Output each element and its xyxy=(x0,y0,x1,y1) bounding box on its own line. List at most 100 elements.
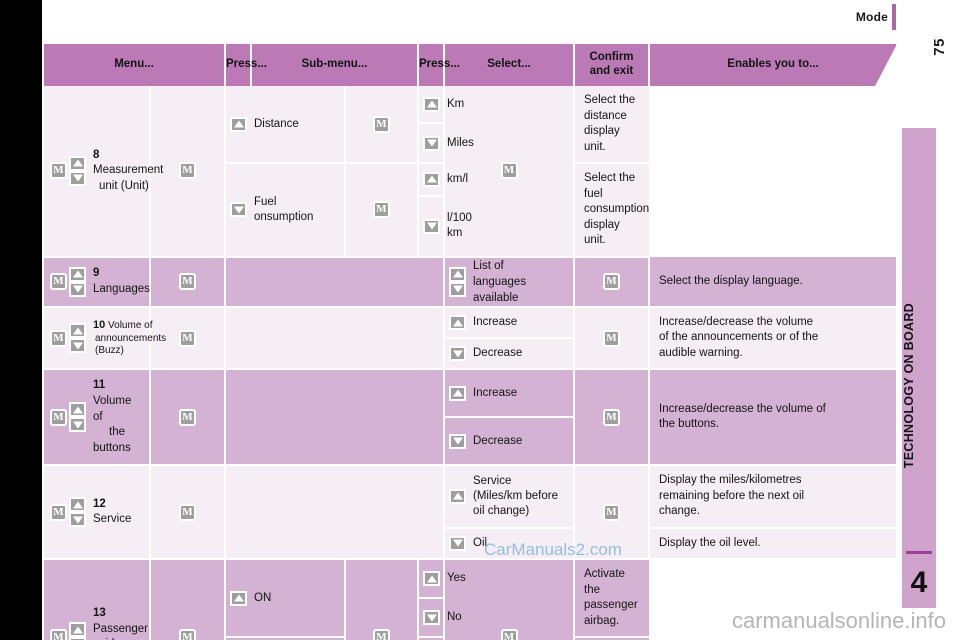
m-key-icon[interactable]: M xyxy=(603,273,620,291)
row8-menu-line2: unit (Unit) xyxy=(99,179,149,192)
arrow-stack xyxy=(69,323,86,354)
select-label: Oil xyxy=(473,536,488,549)
row10-menu-line1: Volume of xyxy=(108,319,153,331)
row8-select-kml: km/l xyxy=(418,163,468,197)
arrow-up-icon[interactable] xyxy=(69,266,86,282)
select-label: Increase xyxy=(473,316,518,329)
select-label: Km xyxy=(447,97,465,110)
arrow-up-icon[interactable] xyxy=(230,116,247,132)
table-row: M 10 Volume of announcements (Buzz) M In… xyxy=(44,306,896,371)
row10-menu-cell: M 10 Volume of announcements (Buzz) xyxy=(44,306,166,371)
enables-line2: remaining before the next oil xyxy=(659,489,805,502)
row12-menu-text: Service xyxy=(93,513,132,526)
m-key-icon[interactable]: M xyxy=(603,329,620,347)
arrow-up-icon[interactable] xyxy=(69,323,86,339)
arrow-up-icon[interactable] xyxy=(230,590,247,606)
select-line1: Service xyxy=(473,474,512,487)
row10-number: 10 xyxy=(93,318,106,331)
arrow-up-icon[interactable] xyxy=(449,488,466,504)
m-key-icon[interactable]: M xyxy=(179,503,196,521)
row8-menu-cell: M 8 Measurement unit (Unit) xyxy=(44,86,163,258)
col-header-select: Select... xyxy=(444,44,575,86)
row8-sub1-label: Distance xyxy=(254,117,299,130)
m-key-icon[interactable]: M xyxy=(50,329,67,347)
select-label: Decrease xyxy=(473,347,523,360)
m-key-icon[interactable]: M xyxy=(50,628,67,640)
row13-keys: M xyxy=(44,622,91,640)
arrow-up-icon[interactable] xyxy=(423,171,440,187)
m-key-icon[interactable]: M xyxy=(603,503,620,521)
arrow-stack xyxy=(69,622,86,640)
row9-keys: M xyxy=(44,266,91,297)
arrow-down-icon[interactable] xyxy=(69,512,86,528)
m-key-icon[interactable]: M xyxy=(373,115,390,133)
arrow-down-icon[interactable] xyxy=(423,135,440,151)
m-key-icon[interactable]: M xyxy=(500,162,518,180)
enables-line1: Display the miles/kilometres xyxy=(659,474,802,487)
m-key-icon[interactable]: M xyxy=(373,201,390,219)
arrow-down-icon[interactable] xyxy=(69,170,86,186)
manual-page: Mode 75 TECHNOLOGY ON BOARD 4 Menu... Pr… xyxy=(0,0,960,640)
arrow-up-icon[interactable] xyxy=(69,155,86,171)
row13-press-cell: M xyxy=(150,559,226,640)
arrow-up-icon[interactable] xyxy=(69,402,86,418)
row8-sub2-label: Fuel onsumption xyxy=(254,195,344,225)
m-key-icon[interactable]: M xyxy=(373,628,390,640)
enables-line3: change. xyxy=(659,505,700,518)
arrow-up-icon[interactable] xyxy=(423,571,440,587)
row9-menu-cell: M 9 Languages xyxy=(44,256,151,308)
row11-enables: Increase/decrease the volume of the butt… xyxy=(649,369,896,467)
m-key-icon[interactable]: M xyxy=(179,162,196,180)
select-label: l/100 km xyxy=(447,212,472,240)
chapter-tab-label: TECHNOLOGY ON BOARD xyxy=(902,303,916,469)
arrow-down-icon[interactable] xyxy=(449,433,466,449)
arrow-down-icon[interactable] xyxy=(230,202,247,218)
row10-select-decrease: Decrease xyxy=(444,338,575,371)
row9-select-cell: List of languages available xyxy=(444,256,575,308)
running-head: Mode xyxy=(855,10,888,24)
row11-number: 11 xyxy=(93,379,106,392)
m-key-icon[interactable]: M xyxy=(179,408,196,426)
m-key-icon[interactable]: M xyxy=(179,628,196,640)
m-key-icon[interactable]: M xyxy=(603,408,620,426)
m-key-icon[interactable]: M xyxy=(50,503,67,521)
arrow-up-icon[interactable] xyxy=(69,497,86,513)
arrow-down-icon[interactable] xyxy=(449,535,466,551)
col-header-menu: Menu... xyxy=(44,44,226,86)
row11-menu-cell: M 11 Volume of the buttons xyxy=(44,369,151,467)
row11-select-decrease: Decrease xyxy=(444,417,575,467)
m-key-icon[interactable]: M xyxy=(179,329,196,347)
m-key-icon[interactable]: M xyxy=(50,162,67,180)
col-header-press-1: Press... xyxy=(225,44,267,86)
enables-line1: Select the fuel consumption xyxy=(584,172,650,216)
arrow-up-icon[interactable] xyxy=(449,266,466,282)
m-key-icon[interactable]: M xyxy=(50,273,67,291)
m-key-icon[interactable]: M xyxy=(50,408,67,426)
arrow-down-icon[interactable] xyxy=(449,281,466,297)
table-row: M 11 Volume of the buttons M Increase M … xyxy=(44,369,896,467)
enables-line1: Increase/decrease the volume of xyxy=(659,402,826,415)
m-key-icon[interactable]: M xyxy=(179,273,196,291)
enables-text: Select the fuel consumption display unit… xyxy=(575,164,649,256)
arrow-up-icon[interactable] xyxy=(449,385,466,401)
arrow-down-icon[interactable] xyxy=(69,281,86,297)
arrow-stack xyxy=(69,155,86,186)
arrow-down-icon[interactable] xyxy=(69,338,86,354)
arrow-up-icon[interactable] xyxy=(449,315,466,331)
row10-enables: Increase/decrease the volume of the anno… xyxy=(649,306,896,371)
row10-empty-span xyxy=(225,306,445,371)
chapter-tab-rule xyxy=(906,551,932,554)
select-label: Miles xyxy=(447,136,474,149)
confirm-line-2: and exit xyxy=(589,65,634,77)
arrow-up-icon[interactable] xyxy=(423,96,440,112)
arrow-down-icon[interactable] xyxy=(423,218,440,234)
arrow-down-icon[interactable] xyxy=(423,610,440,626)
row8-sub1-cell: Distance xyxy=(225,86,346,165)
table-row: M 8 Measurement unit (Unit) M Distance M… xyxy=(44,86,896,258)
arrow-up-icon[interactable] xyxy=(69,622,86,638)
m-key-icon[interactable]: M xyxy=(500,628,518,640)
chapter-tab: TECHNOLOGY ON BOARD 4 xyxy=(902,128,936,608)
select-line2: (Miles/km before xyxy=(473,489,558,502)
arrow-down-icon[interactable] xyxy=(449,346,466,362)
arrow-down-icon[interactable] xyxy=(69,417,86,433)
